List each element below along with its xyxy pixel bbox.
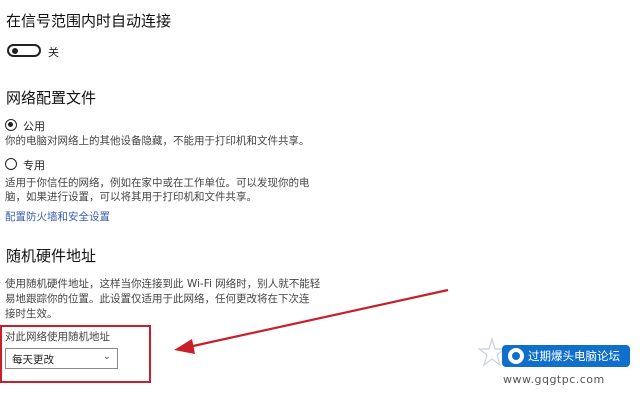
radio-private-label[interactable]: 专用 (23, 157, 45, 173)
radio-checked-icon (8, 122, 13, 127)
random-address-select-value: 每天更改 (12, 354, 54, 366)
random-address-select-label: 对此网络使用随机地址 (5, 331, 110, 343)
toggle-state-label: 关 (48, 46, 59, 59)
network-profile-heading: 网络配置文件 (6, 89, 97, 107)
watermark-badge: 过期爆头电脑论坛 (502, 345, 630, 367)
radio-private[interactable] (5, 158, 17, 170)
chevron-down-icon: ⌄ (102, 351, 111, 362)
public-description: 你的电脑对网络上的其他设备隐藏，不能用于打印机和文件共享。 (5, 135, 310, 147)
firewall-settings-link[interactable]: 配置防火墙和安全设置 (5, 209, 110, 224)
watermark-url: www.gqgtpc.com (503, 373, 605, 386)
toggle-knob-icon (12, 47, 18, 54)
random-hw-description-line3: 接时生效。 (5, 308, 58, 320)
red-arrow-icon (174, 288, 449, 354)
radio-public[interactable] (5, 119, 17, 131)
radio-public-label[interactable]: 公用 (23, 118, 45, 134)
random-address-select[interactable]: 每天更改 ⌄ (5, 348, 118, 369)
watermark-text: 过期爆头电脑论坛 (528, 349, 620, 363)
auto-connect-heading: 在信号范围内时自动连接 (6, 12, 172, 30)
watermark-logo-icon (508, 348, 524, 364)
private-description-line2: 脑，如果进行设置，可以将其用于打印机和文件共享。 (5, 191, 257, 203)
random-hw-heading: 随机硬件地址 (6, 247, 97, 265)
auto-connect-toggle[interactable] (7, 44, 41, 57)
